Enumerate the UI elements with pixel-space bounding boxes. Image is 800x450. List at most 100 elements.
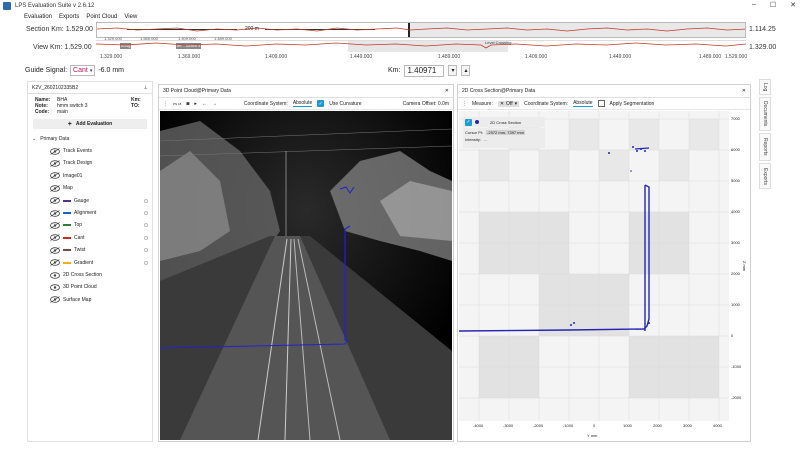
settings-dot-icon[interactable] [144, 223, 148, 228]
eye-icon[interactable] [50, 222, 60, 229]
point-cloud-title-bar: 3D Point Cloud@Primary Data ✕ [159, 85, 453, 98]
tree-item[interactable]: Map [50, 182, 174, 194]
measure-select[interactable]: ✕ Off ▾ [497, 100, 520, 107]
km-tick-top: 1.489.000 [214, 36, 232, 41]
section-km-end: 1.114.25 [749, 26, 776, 33]
tab-exports[interactable]: Exports [759, 163, 771, 189]
eye-icon[interactable] [50, 209, 60, 217]
tree-item[interactable]: Image01 [50, 170, 174, 182]
tree-item[interactable]: Gradient [50, 257, 174, 269]
chevron-down-icon[interactable]: ▾ [448, 65, 458, 76]
tree-item-label: Map [63, 185, 73, 192]
minimize-button[interactable]: – [752, 1, 756, 9]
color-swatch [63, 224, 71, 227]
color-swatch [63, 199, 71, 202]
km-tick-top: 1.569.000 [140, 36, 158, 41]
point-cloud-view[interactable] [160, 111, 452, 440]
section-km-label: Section Km: 1.529.00 [26, 26, 93, 33]
y-tick-label: 3000 [731, 240, 740, 245]
add-evaluation-label: Add Evaluation [75, 121, 113, 127]
eye-icon[interactable] [50, 147, 60, 155]
tab-documents[interactable]: Documents [759, 97, 771, 131]
tree-item-label: Gauge [74, 197, 90, 204]
tab-reports[interactable]: Reports [759, 133, 771, 161]
tree-root-primary-data[interactable]: ⌄ Primary Data [32, 133, 156, 145]
add-evaluation-button[interactable]: + Add Evaluation [33, 119, 147, 129]
cross-section-title-bar: 2D Cross Section@Primary Data ✕ [458, 85, 750, 98]
intensity-value: ... [484, 137, 488, 142]
arrow-right-icon[interactable]: → [212, 101, 217, 107]
km-tick-top: 1.409.000 [178, 36, 196, 41]
title-bar: LPS Evaluation Suite v 2.6.12 – ☐ ✕ [0, 0, 800, 11]
eye-icon[interactable] [50, 284, 60, 291]
menu-evaluation[interactable]: Evaluation [24, 14, 52, 20]
settings-dot-icon[interactable] [144, 235, 148, 240]
tree-item[interactable]: Top [50, 219, 174, 231]
tree-item-label: Cant [74, 234, 85, 241]
tree-item[interactable]: Cant [50, 232, 174, 244]
y-tick-label: 6000 [731, 147, 740, 152]
more-icon[interactable]: ⋮ [163, 101, 168, 107]
tree-item[interactable]: Gauge [50, 195, 174, 207]
coord-system-select[interactable]: Absolute [292, 100, 313, 107]
eye-icon[interactable] [50, 184, 60, 192]
guide-signal-select[interactable]: Cant ▾ [70, 65, 96, 76]
settings-dot-icon[interactable] [144, 198, 148, 203]
apply-segmentation-checkbox[interactable] [597, 100, 605, 107]
legend-checkbox[interactable]: ✓ [465, 118, 472, 126]
evaluation-file-header: K2V_2602102335B2 ⊥ [28, 82, 152, 94]
km-field-row: Km: 1.40971 ▾ ▴ [388, 64, 471, 77]
coord-system-select[interactable]: Absolute [573, 100, 593, 107]
km-input[interactable]: 1.40971 [404, 64, 445, 77]
menu-point-cloud[interactable]: Point Cloud [86, 14, 117, 20]
eye-icon[interactable] [50, 271, 60, 279]
tree-item[interactable]: Alignment [50, 207, 174, 219]
cross-section-panel: 2D Cross Section@Primary Data ✕ ⋮ Measur… [457, 84, 751, 442]
settings-dot-icon[interactable] [144, 260, 148, 265]
menu-exports[interactable]: Exports [59, 14, 79, 20]
guide-signal-reading: -6.0 mm [98, 67, 125, 74]
chevron-down-icon: ⌄ [32, 136, 37, 142]
right-sidebar-tabs: Log Documents Reports Exports [759, 79, 771, 189]
km-tick: 1.449.000 [349, 54, 373, 60]
tree-item-label: Track Events [63, 148, 92, 154]
arrow-left-icon[interactable]: ← [202, 101, 207, 107]
x-tick-label: 4000 [713, 423, 722, 428]
camera-icon[interactable]: ◙ [186, 101, 189, 107]
chevron-up-icon[interactable]: ▴ [461, 65, 471, 76]
menu-view[interactable]: View [124, 14, 137, 20]
cross-section-plot[interactable]: 7000 6000 5000 4000 3000 2000 1000 0 -1000 -2000 … [458, 111, 749, 441]
eye-icon[interactable] [50, 234, 60, 242]
tree-item[interactable]: Track Events [50, 145, 174, 157]
tree-item-label: Gradient [74, 259, 94, 266]
use-curvature-checkbox[interactable]: ✓ [317, 100, 325, 107]
eye-icon[interactable] [50, 160, 60, 167]
eye-icon[interactable] [50, 197, 60, 204]
close-icon[interactable]: ✕ [445, 88, 449, 94]
settings-dot-icon[interactable] [144, 248, 148, 253]
tab-log[interactable]: Log [759, 79, 771, 95]
pin-icon[interactable]: ⊥ [144, 85, 148, 91]
maximize-button[interactable]: ☐ [770, 1, 776, 9]
eye-icon[interactable] [50, 259, 60, 266]
close-icon[interactable]: ✕ [742, 88, 746, 94]
more-icon[interactable]: ⋮ [462, 101, 467, 107]
eye-icon[interactable] [50, 246, 60, 254]
tree-item[interactable]: Twist [50, 244, 174, 256]
close-button[interactable]: ✕ [790, 1, 796, 9]
zoom-indicator: PN 18 [173, 101, 182, 106]
settings-dot-icon[interactable] [144, 211, 148, 215]
tree-item[interactable]: Surface Map [50, 294, 174, 306]
tree-item[interactable]: Track Design [50, 157, 174, 169]
pointer-icon[interactable]: ▸ [194, 101, 197, 107]
tree-item-label: Top [74, 222, 83, 229]
tree-item[interactable]: 2D Cross Section [50, 269, 174, 281]
cursor-info-box: Cursor Pt: -2972 mm, 7397 mm Intensity: … [463, 128, 545, 148]
eye-icon[interactable] [50, 296, 60, 304]
guide-signal-label: Guide Signal: [25, 67, 68, 74]
view-km-track[interactable]: Bridg Im ...switch 3 Level Crossing [96, 40, 746, 52]
x-axis-unit: Y mm [587, 433, 598, 438]
eye-icon[interactable] [50, 172, 60, 180]
tree-item[interactable]: 3D Point Cloud [50, 281, 174, 293]
km-tick: 1.489.000 [698, 54, 722, 60]
